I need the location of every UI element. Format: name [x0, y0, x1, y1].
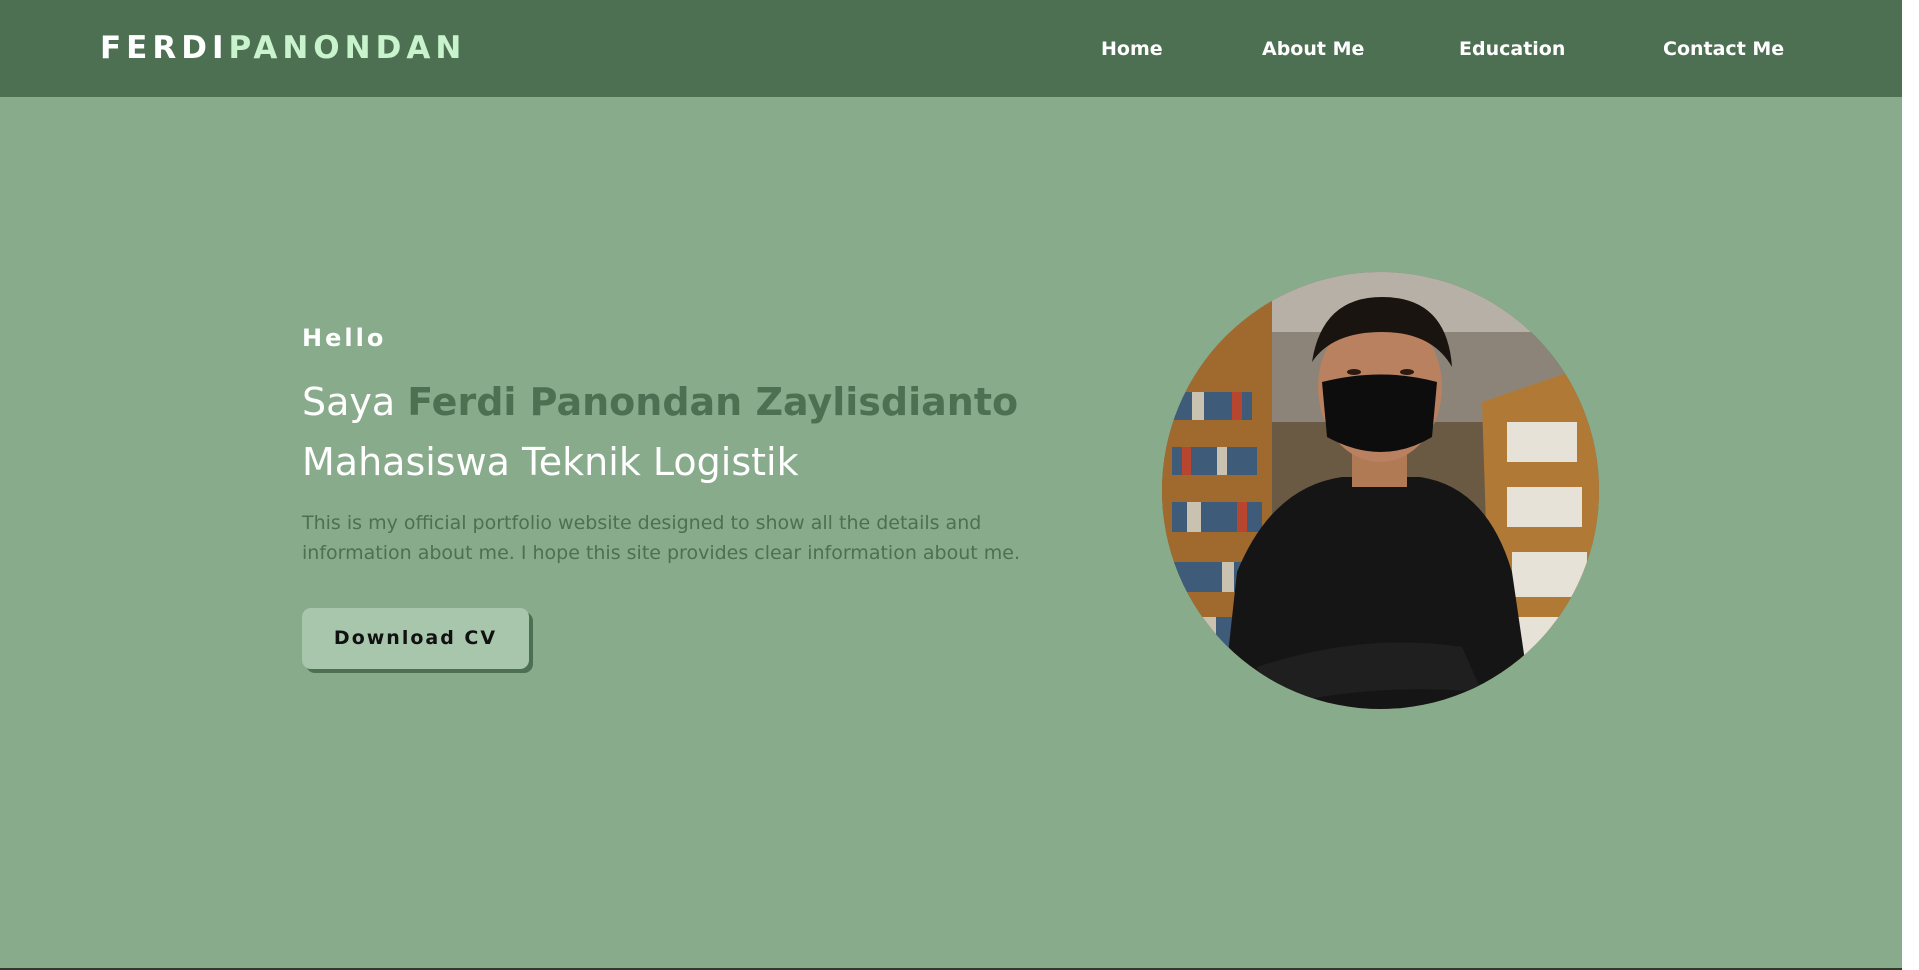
nav-home[interactable]: Home — [1101, 36, 1163, 62]
hero-intro-prefix: Saya — [302, 380, 408, 424]
download-cv-button[interactable]: Download CV — [302, 608, 529, 669]
site-header: FERDIPANONDAN Home About Me Education Co… — [0, 0, 1902, 97]
hero-headline: Saya Ferdi Panondan Zaylisdianto Mahasis… — [302, 372, 1018, 492]
profile-photo-illustration — [1162, 272, 1599, 709]
hero-greeting: Hello — [302, 324, 387, 352]
hero-description: This is my official portfolio website de… — [302, 512, 1020, 564]
nav-contact-me[interactable]: Contact Me — [1663, 36, 1784, 62]
page: FERDIPANONDAN Home About Me Education Co… — [0, 0, 1902, 968]
hero-name: Ferdi Panondan Zaylisdianto — [407, 380, 1019, 424]
main-nav: Home About Me Education Contact Me — [0, 36, 1902, 62]
profile-photo — [1162, 272, 1599, 709]
hero-role: Mahasiswa Teknik Logistik — [302, 440, 799, 484]
nav-education[interactable]: Education — [1459, 36, 1565, 62]
nav-about-me[interactable]: About Me — [1262, 36, 1364, 62]
scrollbar[interactable] — [1902, 0, 1919, 970]
